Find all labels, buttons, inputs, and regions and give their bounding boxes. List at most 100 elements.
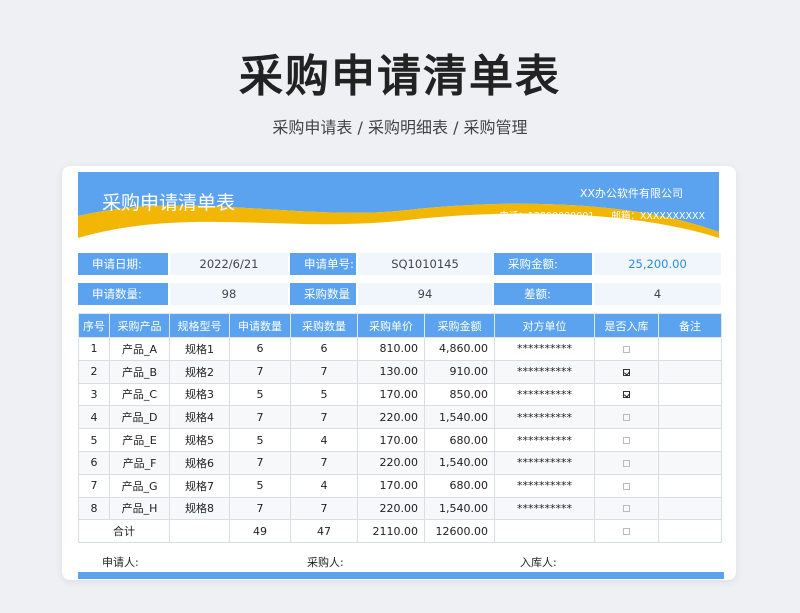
table-row: 5 产品_E 规格5 5 4 170.00 680.00 ********** xyxy=(78,428,722,452)
cell-note[interactable] xyxy=(658,405,722,430)
cell-amount[interactable]: 680.00 xyxy=(424,473,495,498)
cell-note[interactable] xyxy=(658,428,722,452)
cell-product[interactable]: 产品_D xyxy=(109,405,170,430)
cell-spec[interactable]: 规格3 xyxy=(169,382,230,407)
cell-no[interactable]: 1 xyxy=(78,337,110,361)
cell-unit-price[interactable]: 220.00 xyxy=(357,405,425,430)
cell-apply-qty[interactable]: 7 xyxy=(229,450,291,475)
cell-note[interactable] xyxy=(658,450,722,475)
cell-purchase-qty[interactable]: 7 xyxy=(290,496,358,521)
stored-checkbox[interactable] xyxy=(623,482,630,490)
cell-unit-price[interactable]: 810.00 xyxy=(357,337,425,361)
cell-unit-price[interactable]: 170.00 xyxy=(357,382,425,407)
cell-product[interactable]: 产品_G xyxy=(109,473,170,498)
stored-checkbox[interactable] xyxy=(623,368,630,376)
cell-product[interactable]: 产品_C xyxy=(109,382,170,407)
cell-unit-price[interactable]: 220.00 xyxy=(357,450,425,475)
stored-checkbox[interactable] xyxy=(623,528,630,536)
total-note-empty xyxy=(658,519,722,544)
cell-no[interactable]: 7 xyxy=(78,473,110,498)
cell-note[interactable] xyxy=(658,337,722,361)
stored-checkbox[interactable] xyxy=(623,505,630,513)
stored-checkbox[interactable] xyxy=(623,437,630,445)
cell-spec[interactable]: 规格4 xyxy=(169,405,230,430)
cell-spec[interactable]: 规格7 xyxy=(169,473,230,498)
cell-stored[interactable] xyxy=(594,450,659,475)
cell-stored[interactable] xyxy=(594,428,659,452)
cell-no[interactable]: 3 xyxy=(78,382,110,407)
diff-value[interactable]: 4 xyxy=(594,283,721,305)
cell-vendor[interactable]: ********** xyxy=(494,382,595,407)
cell-stored[interactable] xyxy=(594,337,659,361)
cell-product[interactable]: 产品_E xyxy=(109,428,170,452)
cell-stored[interactable] xyxy=(594,359,659,384)
cell-product[interactable]: 产品_A xyxy=(109,337,170,361)
cell-vendor[interactable]: ********** xyxy=(494,473,595,498)
cell-unit-price[interactable]: 170.00 xyxy=(357,473,425,498)
cell-no[interactable]: 6 xyxy=(78,450,110,475)
cell-note[interactable] xyxy=(658,359,722,384)
cell-stored[interactable] xyxy=(594,473,659,498)
cell-purchase-qty[interactable]: 6 xyxy=(290,337,358,361)
cell-apply-qty[interactable]: 5 xyxy=(229,428,291,452)
cell-unit-price[interactable]: 130.00 xyxy=(357,359,425,384)
cell-spec[interactable]: 规格5 xyxy=(169,428,230,452)
cell-purchase-qty[interactable]: 7 xyxy=(290,450,358,475)
cell-amount[interactable]: 680.00 xyxy=(424,428,495,452)
cell-no[interactable]: 4 xyxy=(78,405,110,430)
cell-product[interactable]: 产品_H xyxy=(109,496,170,521)
cell-amount[interactable]: 910.00 xyxy=(424,359,495,384)
cell-vendor[interactable]: ********** xyxy=(494,450,595,475)
apply-qty-value[interactable]: 98 xyxy=(170,283,288,305)
cell-purchase-qty[interactable]: 5 xyxy=(290,382,358,407)
cell-apply-qty[interactable]: 5 xyxy=(229,382,291,407)
cell-apply-qty[interactable]: 7 xyxy=(229,359,291,384)
cell-amount[interactable]: 4,860.00 xyxy=(424,337,495,361)
cell-note[interactable] xyxy=(658,496,722,521)
stored-checkbox[interactable] xyxy=(623,345,630,353)
cell-apply-qty[interactable]: 7 xyxy=(229,405,291,430)
apply-date-value[interactable]: 2022/6/21 xyxy=(170,253,288,275)
stored-checkbox[interactable] xyxy=(623,459,630,467)
cell-spec[interactable]: 规格2 xyxy=(169,359,230,384)
purchase-amount-value[interactable]: 25,200.00 xyxy=(594,253,721,275)
cell-spec[interactable]: 规格6 xyxy=(169,450,230,475)
cell-spec[interactable]: 规格1 xyxy=(169,337,230,361)
cell-apply-qty[interactable]: 5 xyxy=(229,473,291,498)
cell-vendor[interactable]: ********** xyxy=(494,496,595,521)
cell-vendor[interactable]: ********** xyxy=(494,359,595,384)
stored-checkbox[interactable] xyxy=(623,391,630,399)
total-apply-qty: 49 xyxy=(229,519,291,544)
cell-no[interactable]: 2 xyxy=(78,359,110,384)
cell-purchase-qty[interactable]: 4 xyxy=(290,473,358,498)
cell-amount[interactable]: 1,540.00 xyxy=(424,496,495,521)
cell-note[interactable] xyxy=(658,382,722,407)
cell-unit-price[interactable]: 170.00 xyxy=(357,428,425,452)
stored-checkbox[interactable] xyxy=(623,414,630,422)
cell-amount[interactable]: 1,540.00 xyxy=(424,405,495,430)
cell-purchase-qty[interactable]: 7 xyxy=(290,359,358,384)
cell-stored[interactable] xyxy=(594,496,659,521)
email-text: 邮箱：XXXXXXXXXX xyxy=(611,211,705,222)
cell-stored[interactable] xyxy=(594,405,659,430)
cell-product[interactable]: 产品_B xyxy=(109,359,170,384)
cell-vendor[interactable]: ********** xyxy=(494,428,595,452)
cell-stored[interactable] xyxy=(594,382,659,407)
cell-unit-price[interactable]: 220.00 xyxy=(357,496,425,521)
cell-amount[interactable]: 1,540.00 xyxy=(424,450,495,475)
cell-amount[interactable]: 850.00 xyxy=(424,382,495,407)
purchase-qty-value[interactable]: 94 xyxy=(358,283,492,305)
cell-vendor[interactable]: ********** xyxy=(494,337,595,361)
banner-title: 采购申请清单表 xyxy=(102,192,236,214)
cell-note[interactable] xyxy=(658,473,722,498)
cell-vendor[interactable]: ********** xyxy=(494,405,595,430)
cell-apply-qty[interactable]: 7 xyxy=(229,496,291,521)
cell-purchase-qty[interactable]: 7 xyxy=(290,405,358,430)
cell-product[interactable]: 产品_F xyxy=(109,450,170,475)
cell-purchase-qty[interactable]: 4 xyxy=(290,428,358,452)
cell-apply-qty[interactable]: 6 xyxy=(229,337,291,361)
cell-no[interactable]: 8 xyxy=(78,496,110,521)
cell-spec[interactable]: 规格8 xyxy=(169,496,230,521)
apply-no-value[interactable]: SQ1010145 xyxy=(358,253,492,275)
cell-no[interactable]: 5 xyxy=(78,428,110,452)
